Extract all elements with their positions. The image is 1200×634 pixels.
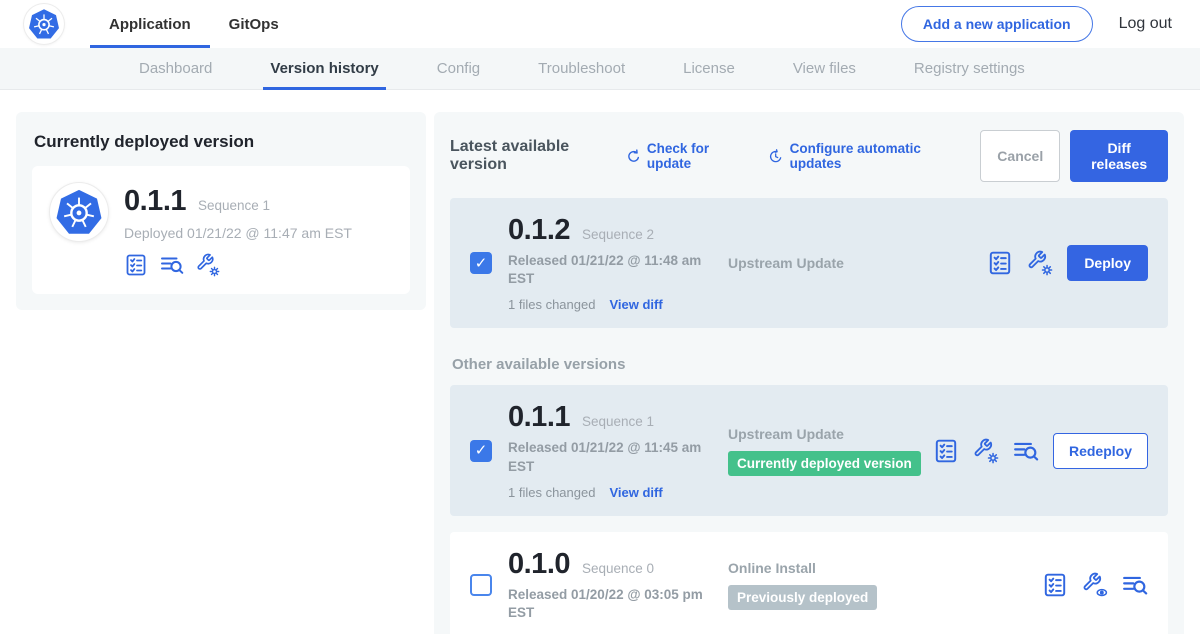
currently-deployed-panel: Currently deployed version 0.1.1 Sequenc… bbox=[16, 112, 426, 310]
version-actions: Deploy bbox=[987, 245, 1148, 281]
check-icon: ✓ bbox=[475, 443, 488, 458]
main-content: Currently deployed version 0.1.1 Sequenc… bbox=[0, 90, 1200, 634]
subnav-item-license[interactable]: License bbox=[654, 48, 764, 89]
deployed-version-info: 0.1.1 Sequence 1 Deployed 01/21/22 @ 11:… bbox=[124, 183, 352, 277]
other-available-versions-title: Other available versions bbox=[452, 356, 1166, 373]
preflight-checklist-icon[interactable] bbox=[124, 253, 148, 277]
sequence-label: Sequence 0 bbox=[582, 561, 654, 576]
config-wrench-eye-icon[interactable] bbox=[1082, 572, 1108, 598]
app-icon-badge bbox=[50, 183, 108, 241]
tab-application[interactable]: Application bbox=[90, 0, 210, 48]
subnav-item-view-files[interactable]: View files bbox=[764, 48, 885, 89]
source-label: Online Install bbox=[728, 560, 1030, 576]
subnav-item-config[interactable]: Config bbox=[408, 48, 509, 89]
deployed-icon-row bbox=[124, 253, 352, 277]
top-nav-tabs: Application GitOps bbox=[90, 0, 298, 48]
version-card-0-1-1: ✓ 0.1.1 Sequence 1 Released 01/21/22 @ 1… bbox=[450, 385, 1168, 515]
auto-update-clock-icon bbox=[768, 148, 783, 165]
latest-available-title: Latest available version bbox=[450, 138, 614, 174]
deployed-sequence-label: Sequence 1 bbox=[198, 198, 270, 213]
version-checkbox[interactable] bbox=[470, 574, 492, 596]
add-application-button[interactable]: Add a new application bbox=[901, 6, 1093, 42]
version-number: 0.1.1 bbox=[508, 401, 570, 434]
view-diff-link[interactable]: View diff bbox=[609, 485, 662, 500]
version-info: 0.1.0 Sequence 0 Released 01/20/22 @ 03:… bbox=[508, 548, 720, 622]
top-nav-right: Add a new application Log out bbox=[901, 6, 1172, 42]
available-versions-header: Latest available version Check for updat… bbox=[450, 130, 1168, 182]
version-number: 0.1.2 bbox=[508, 214, 570, 247]
tab-gitops-label: GitOps bbox=[229, 16, 279, 33]
version-info: 0.1.2 Sequence 2 Released 01/21/22 @ 11:… bbox=[508, 214, 720, 312]
version-actions bbox=[1042, 572, 1148, 598]
version-info: 0.1.1 Sequence 1 Released 01/21/22 @ 11:… bbox=[508, 401, 720, 499]
currently-deployed-badge: Currently deployed version bbox=[728, 451, 921, 476]
version-checkbox[interactable]: ✓ bbox=[470, 440, 492, 462]
tab-application-label: Application bbox=[109, 16, 191, 33]
source-label: Upstream Update bbox=[728, 255, 975, 271]
version-checkbox[interactable]: ✓ bbox=[470, 252, 492, 274]
check-for-update-label: Check for update bbox=[647, 141, 746, 171]
currently-deployed-title: Currently deployed version bbox=[34, 132, 408, 152]
source-label: Upstream Update bbox=[728, 426, 921, 442]
files-changed-label: 1 files changed bbox=[508, 485, 595, 500]
deployed-version-card: 0.1.1 Sequence 1 Deployed 01/21/22 @ 11:… bbox=[32, 166, 410, 294]
cancel-button[interactable]: Cancel bbox=[980, 130, 1060, 182]
released-timestamp: Released 01/21/22 @ 11:45 am EST bbox=[508, 439, 704, 475]
preflight-checklist-icon[interactable] bbox=[987, 250, 1013, 276]
sub-nav: Dashboard Version history Config Trouble… bbox=[0, 48, 1200, 90]
tab-gitops[interactable]: GitOps bbox=[210, 0, 298, 48]
released-timestamp: Released 01/20/22 @ 03:05 pm EST bbox=[508, 586, 704, 622]
kubernetes-icon bbox=[55, 188, 103, 236]
check-for-update-button[interactable]: Check for update bbox=[626, 141, 747, 171]
version-source: Online Install Previously deployed bbox=[728, 560, 1030, 610]
redeploy-button[interactable]: Redeploy bbox=[1053, 433, 1148, 469]
preflight-checklist-icon[interactable] bbox=[1042, 572, 1068, 598]
version-number: 0.1.0 bbox=[508, 548, 570, 581]
deploy-logs-icon[interactable] bbox=[160, 253, 184, 277]
deployed-version-number: 0.1.1 bbox=[124, 185, 186, 218]
deployed-timestamp: Deployed 01/21/22 @ 11:47 am EST bbox=[124, 225, 352, 241]
deploy-logs-icon[interactable] bbox=[1122, 572, 1148, 598]
view-diff-link[interactable]: View diff bbox=[609, 297, 662, 312]
top-nav: Application GitOps Add a new application… bbox=[0, 0, 1200, 48]
available-versions-panel: Latest available version Check for updat… bbox=[434, 112, 1184, 634]
subnav-item-dashboard[interactable]: Dashboard bbox=[110, 48, 241, 89]
version-actions: Redeploy bbox=[933, 433, 1148, 469]
configure-automatic-updates-label: Configure automatic updates bbox=[790, 141, 959, 171]
sequence-label: Sequence 2 bbox=[582, 227, 654, 242]
subnav-item-registry-settings[interactable]: Registry settings bbox=[885, 48, 1054, 89]
config-wrench-gear-icon[interactable] bbox=[196, 253, 220, 277]
released-timestamp: Released 01/21/22 @ 11:48 am EST bbox=[508, 252, 704, 288]
version-source: Upstream Update Currently deployed versi… bbox=[728, 426, 921, 476]
preflight-checklist-icon[interactable] bbox=[933, 438, 959, 464]
version-card-0-1-0: 0.1.0 Sequence 0 Released 01/20/22 @ 03:… bbox=[450, 532, 1168, 634]
check-icon: ✓ bbox=[475, 256, 488, 271]
logout-button[interactable]: Log out bbox=[1119, 15, 1172, 33]
diff-releases-button[interactable]: Diff releases bbox=[1070, 130, 1168, 182]
sequence-label: Sequence 1 bbox=[582, 414, 654, 429]
files-changed-label: 1 files changed bbox=[508, 297, 595, 312]
kubernetes-icon bbox=[28, 8, 60, 40]
previously-deployed-badge: Previously deployed bbox=[728, 585, 877, 610]
deploy-logs-icon[interactable] bbox=[1013, 438, 1039, 464]
config-wrench-gear-icon[interactable] bbox=[1027, 250, 1053, 276]
deploy-button[interactable]: Deploy bbox=[1067, 245, 1148, 281]
version-source: Upstream Update bbox=[728, 255, 975, 271]
subnav-item-troubleshoot[interactable]: Troubleshoot bbox=[509, 48, 654, 89]
configure-automatic-updates-button[interactable]: Configure automatic updates bbox=[768, 141, 958, 171]
subnav-item-version-history[interactable]: Version history bbox=[241, 48, 407, 89]
header-actions: Cancel Diff releases bbox=[980, 130, 1168, 182]
config-wrench-gear-icon[interactable] bbox=[973, 438, 999, 464]
version-card-0-1-2: ✓ 0.1.2 Sequence 2 Released 01/21/22 @ 1… bbox=[450, 198, 1168, 328]
kubernetes-logo bbox=[24, 4, 64, 44]
refresh-icon bbox=[626, 148, 641, 165]
